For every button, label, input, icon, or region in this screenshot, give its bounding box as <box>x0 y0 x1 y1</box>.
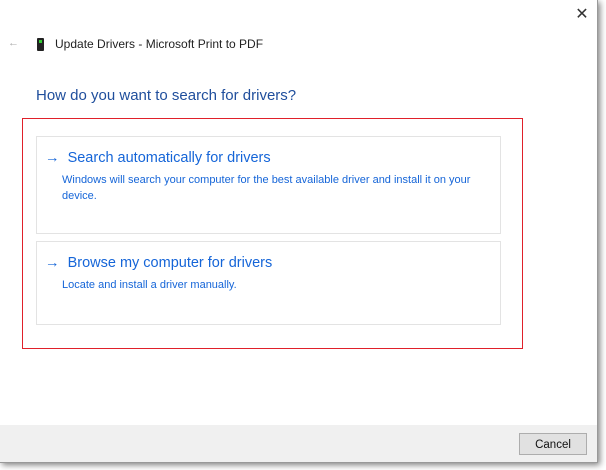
option-title-text: Browse my computer for drivers <box>67 255 273 271</box>
arrow-icon: → <box>45 150 60 166</box>
page-heading: How do you want to search for drivers? <box>36 87 297 104</box>
update-drivers-dialog: ✕ ← Update Drivers - Microsoft Print to … <box>0 0 598 463</box>
footer: Cancel <box>0 425 597 462</box>
option-title: → Search automatically for drivers <box>45 150 271 166</box>
arrow-icon: → <box>45 255 60 271</box>
close-button[interactable]: ✕ <box>572 6 592 24</box>
cancel-button[interactable]: Cancel <box>519 433 587 455</box>
browse-computer-option[interactable]: → Browse my computer for drivers Locate … <box>36 241 501 325</box>
option-title-text: Search automatically for drivers <box>67 150 271 166</box>
option-description: Windows will search your computer for th… <box>62 174 471 202</box>
dialog-title: Update Drivers - Microsoft Print to PDF <box>55 37 264 51</box>
search-automatically-option[interactable]: → Search automatically for drivers Windo… <box>36 136 501 234</box>
option-description: Locate and install a driver manually. <box>62 279 237 291</box>
back-button[interactable]: ← <box>8 37 19 49</box>
option-title: → Browse my computer for drivers <box>45 255 272 271</box>
device-icon <box>37 38 44 51</box>
